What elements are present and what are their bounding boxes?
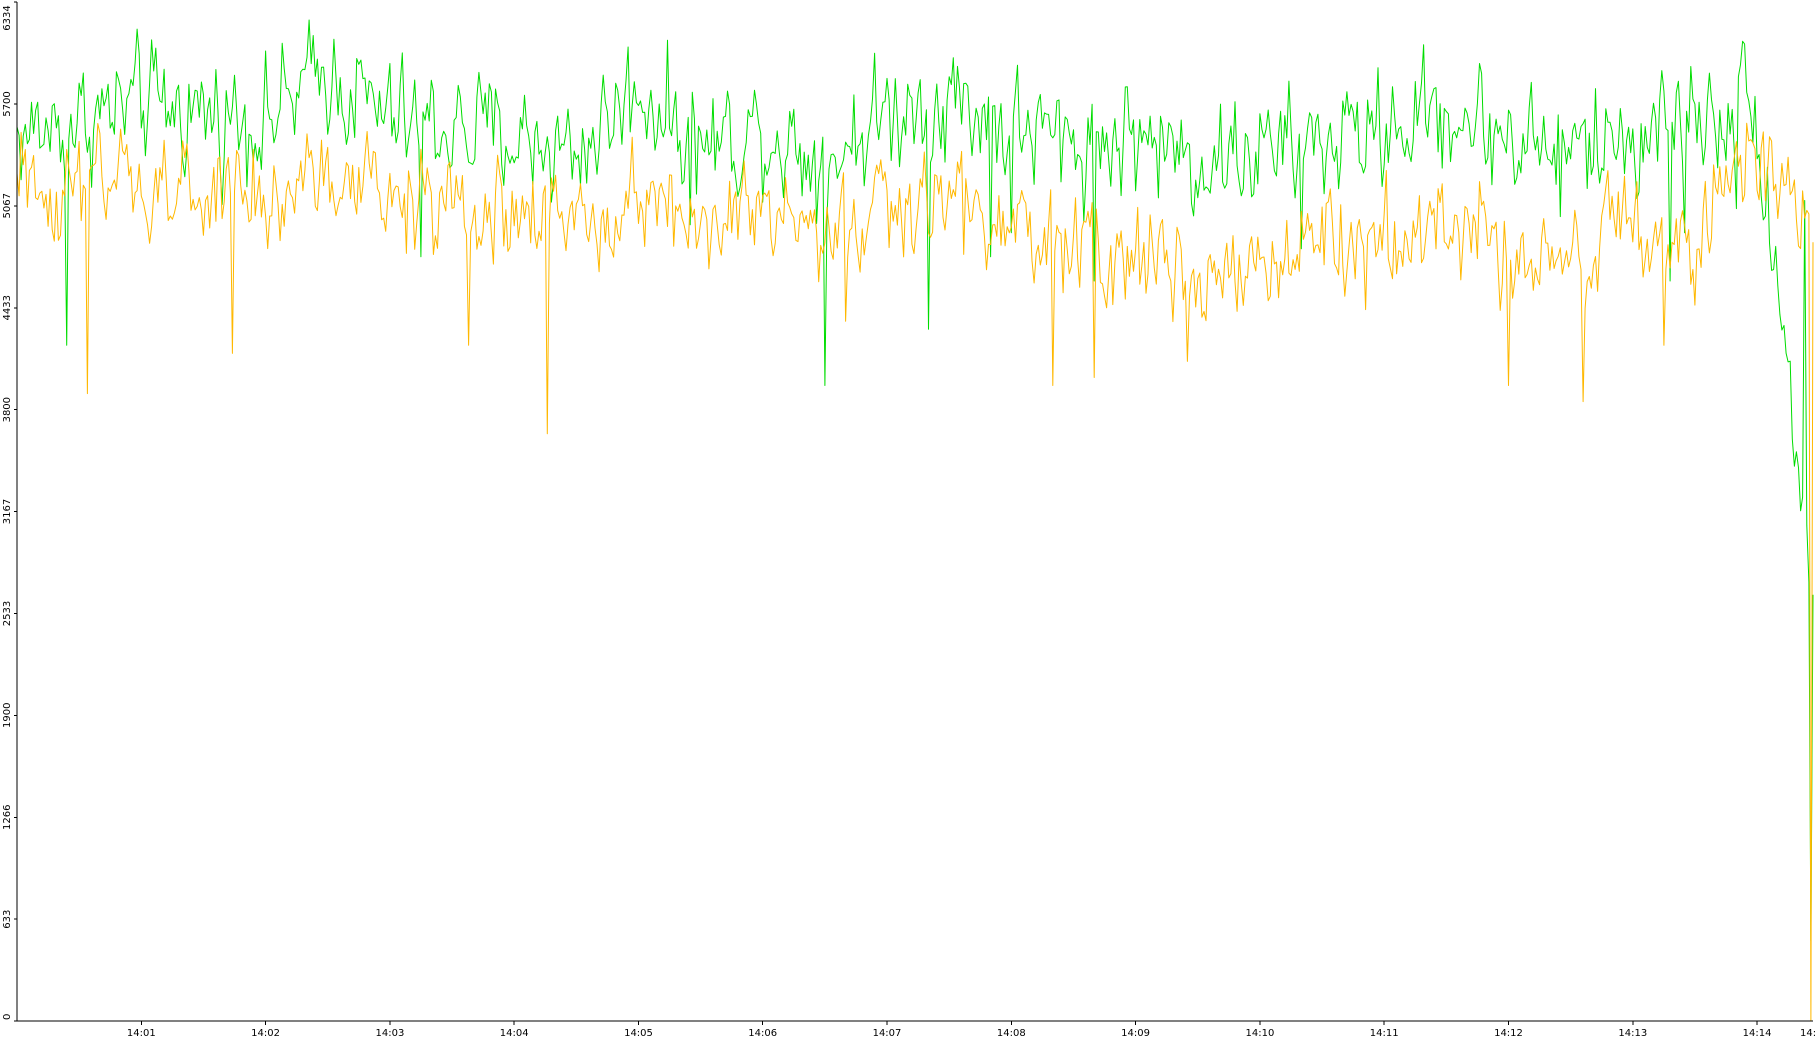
- axes-layer: 0 633 1266 1900 2533 3167 3800 4433 5067 5700 6334…: [2, 1, 1815, 1039]
- x-tick-label: 14:01: [127, 1028, 156, 1039]
- series-line-1: [16, 19, 1814, 942]
- y-tick-label: 1900: [2, 703, 13, 728]
- x-tick-label: 14:05: [624, 1028, 653, 1039]
- x-tick-label: 14:04: [500, 1028, 529, 1039]
- x-tick-label: 14:10: [1245, 1028, 1274, 1039]
- y-tick-label: 3800: [2, 397, 13, 422]
- x-tick-label: 14:07: [873, 1028, 902, 1039]
- series-layer: [16, 19, 1814, 1022]
- y-tick-label: 5067: [2, 193, 13, 218]
- x-tick-label: 14:08: [997, 1028, 1026, 1039]
- x-tick-label: 14:12: [1494, 1028, 1523, 1039]
- y-tick-label: 0: [2, 1014, 13, 1020]
- y-tick-label: 5700: [2, 91, 13, 116]
- x-tick-label: 14:03: [375, 1028, 404, 1039]
- y-tick-label: 4433: [2, 295, 13, 320]
- y-tick-label: 2533: [2, 601, 13, 626]
- y-tick-label: 6334: [2, 5, 13, 30]
- y-tick-label: 3167: [2, 499, 13, 524]
- line-chart: 0 633 1266 1900 2533 3167 3800 4433 5067 5700 6334…: [0, 0, 1815, 1039]
- x-tick-label: 14:13: [1618, 1028, 1647, 1039]
- x-tick-label: 14:02: [251, 1028, 280, 1039]
- x-tick-label: 14:11: [1370, 1028, 1399, 1039]
- x-tick-label: 14:06: [748, 1028, 777, 1039]
- chart-svg: 0 633 1266 1900 2533 3167 3800 4433 5067 5700 6334…: [2, 1, 1815, 1039]
- x-tick-label: 14:09: [1121, 1028, 1150, 1039]
- y-tick-label: 633: [2, 910, 13, 929]
- series-line-2: [16, 122, 1814, 1022]
- x-tick-label-truncated: 14:: [1800, 1028, 1815, 1039]
- x-tick-label: 14:14: [1743, 1028, 1772, 1039]
- y-tick-label: 1266: [2, 805, 13, 830]
